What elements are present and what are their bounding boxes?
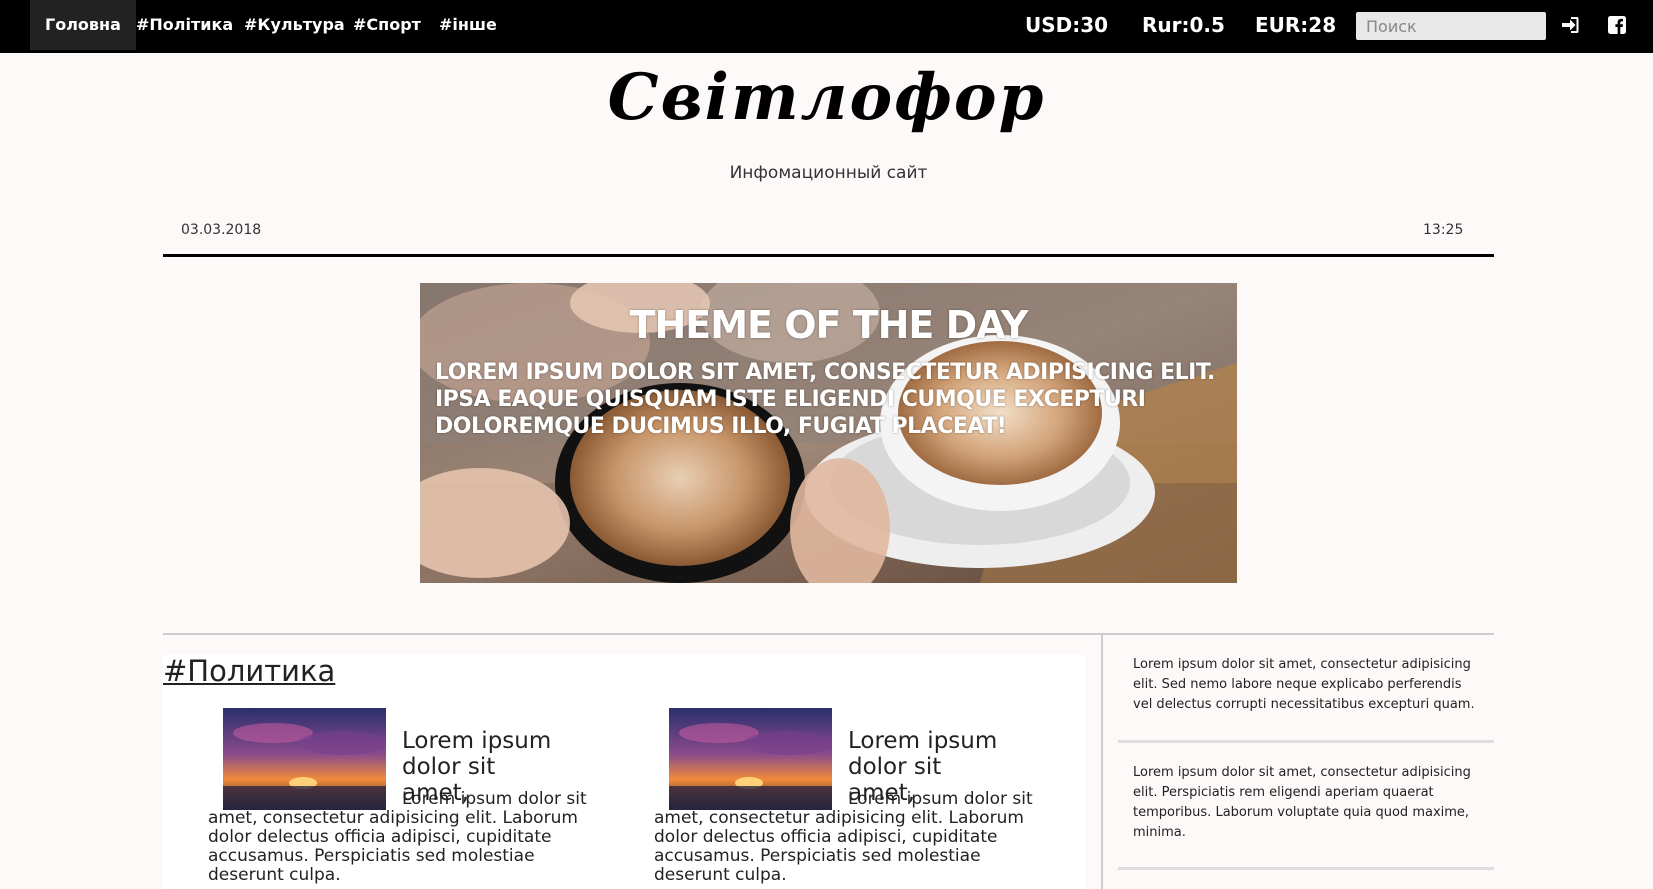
site-logo[interactable]: Світлофор — [0, 60, 1653, 135]
nav-item-other[interactable]: #інше — [439, 0, 497, 50]
facebook-icon[interactable] — [1607, 15, 1627, 35]
nav-item-home[interactable]: Головна — [30, 0, 136, 50]
site-subtitle: Инфомационный сайт — [729, 163, 928, 183]
sidebar-item-divider — [1118, 740, 1494, 743]
sidebar-item-divider — [1118, 867, 1494, 870]
top-navbar: Головна #Політика #Культура #Спорт #інше… — [0, 0, 1653, 53]
content-divider — [163, 633, 1494, 635]
header-divider — [163, 254, 1494, 257]
nav-item-culture[interactable]: #Культура — [244, 0, 345, 50]
article-body: Lorem ipsum dolor sit amet, consectetur … — [654, 789, 1033, 885]
hero-title: THEME OF THE DAY — [629, 303, 1029, 347]
hero-banner[interactable]: THEME OF THE DAY LOREM IPSUM DOLOR SIT A… — [420, 283, 1237, 583]
current-time: 13:25 — [1423, 222, 1464, 238]
sidebar-item[interactable]: Lorem ipsum dolor sit amet, consectetur … — [1133, 655, 1478, 715]
nav-item-sport[interactable]: #Спорт — [353, 0, 421, 50]
hero-text: LOREM IPSUM DOLOR SIT AMET, CONSECTETUR … — [435, 360, 1215, 439]
eur-rate: EUR:28 — [1255, 13, 1337, 37]
nav-item-politics[interactable]: #Політика — [136, 0, 233, 50]
sidebar-item[interactable]: Lorem ipsum dolor sit amet, consectetur … — [1133, 763, 1478, 843]
section-title-politics[interactable]: #Политика — [163, 654, 335, 688]
usd-rate: USD:30 — [1025, 13, 1109, 37]
rur-rate: Rur:0.5 — [1142, 13, 1225, 37]
sidebar-divider — [1101, 634, 1103, 889]
search-input[interactable] — [1356, 12, 1546, 40]
article-body: Lorem ipsum dolor sit amet, consectetur … — [208, 789, 587, 885]
current-date: 03.03.2018 — [181, 222, 262, 238]
sign-in-icon[interactable] — [1560, 15, 1580, 35]
